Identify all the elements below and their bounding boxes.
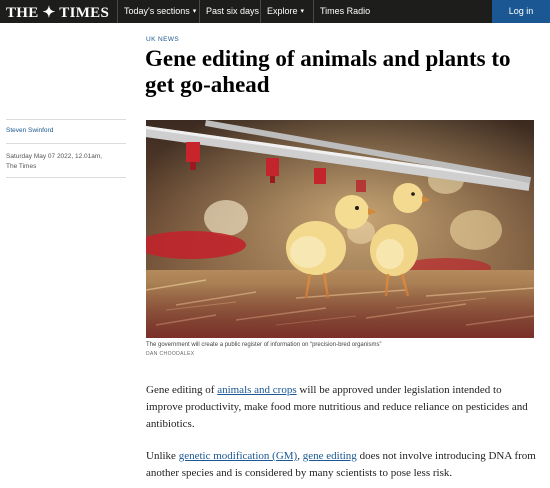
- dateline: Saturday May 07 2022, 12.01am, The Times: [6, 152, 126, 172]
- nav-times-radio[interactable]: Times Radio: [320, 0, 370, 23]
- times-logo[interactable]: THE ✦ TIMES: [6, 3, 109, 22]
- body-paragraph-1: Gene editing of animals and crops will b…: [146, 382, 538, 433]
- nav-divider: [199, 0, 200, 23]
- byline-rule: [6, 119, 126, 120]
- link-genetic-modification[interactable]: genetic modification (GM): [179, 450, 298, 462]
- nav-divider: [260, 0, 261, 23]
- nav-explore[interactable]: Explore ▾: [267, 0, 304, 23]
- top-nav: THE ✦ TIMES Today's sections ▾ Past six d…: [0, 0, 550, 23]
- nav-past-six-days[interactable]: Past six days: [206, 0, 259, 23]
- p2-text-1: Unlike: [146, 450, 179, 462]
- publish-date: Saturday May 07 2022, 12.01am,: [6, 153, 103, 160]
- link-animals-and-crops[interactable]: animals and crops: [217, 384, 296, 396]
- chevron-down-icon: ▾: [300, 8, 305, 15]
- byline-rule: [6, 177, 126, 178]
- section-kicker[interactable]: UK NEWS: [146, 36, 179, 43]
- publication-name: The Times: [6, 163, 37, 170]
- author-link[interactable]: Steven Swinford: [6, 127, 53, 134]
- link-gene-editing[interactable]: gene editing: [303, 450, 357, 462]
- login-button[interactable]: Log in: [492, 0, 550, 23]
- article-photo-chicks: [146, 120, 534, 338]
- nav-divider: [313, 0, 314, 23]
- nav-explore-label: Explore: [267, 6, 298, 16]
- article-headline: Gene editing of animals and plants to ge…: [145, 46, 511, 97]
- chevron-down-icon: ▾: [192, 8, 197, 15]
- p1-text-1: Gene editing of: [146, 384, 218, 396]
- body-paragraph-2: Unlike genetic modification (GM), gene e…: [146, 448, 538, 482]
- photo-caption: The government will create a public regi…: [146, 342, 382, 348]
- nav-todays-sections[interactable]: Today's sections ▾: [124, 0, 196, 23]
- byline-rule: [6, 143, 126, 144]
- photo-credit: DAN CHOODALEX: [146, 351, 195, 357]
- nav-divider: [117, 0, 118, 23]
- nav-todays-sections-label: Today's sections: [124, 6, 190, 16]
